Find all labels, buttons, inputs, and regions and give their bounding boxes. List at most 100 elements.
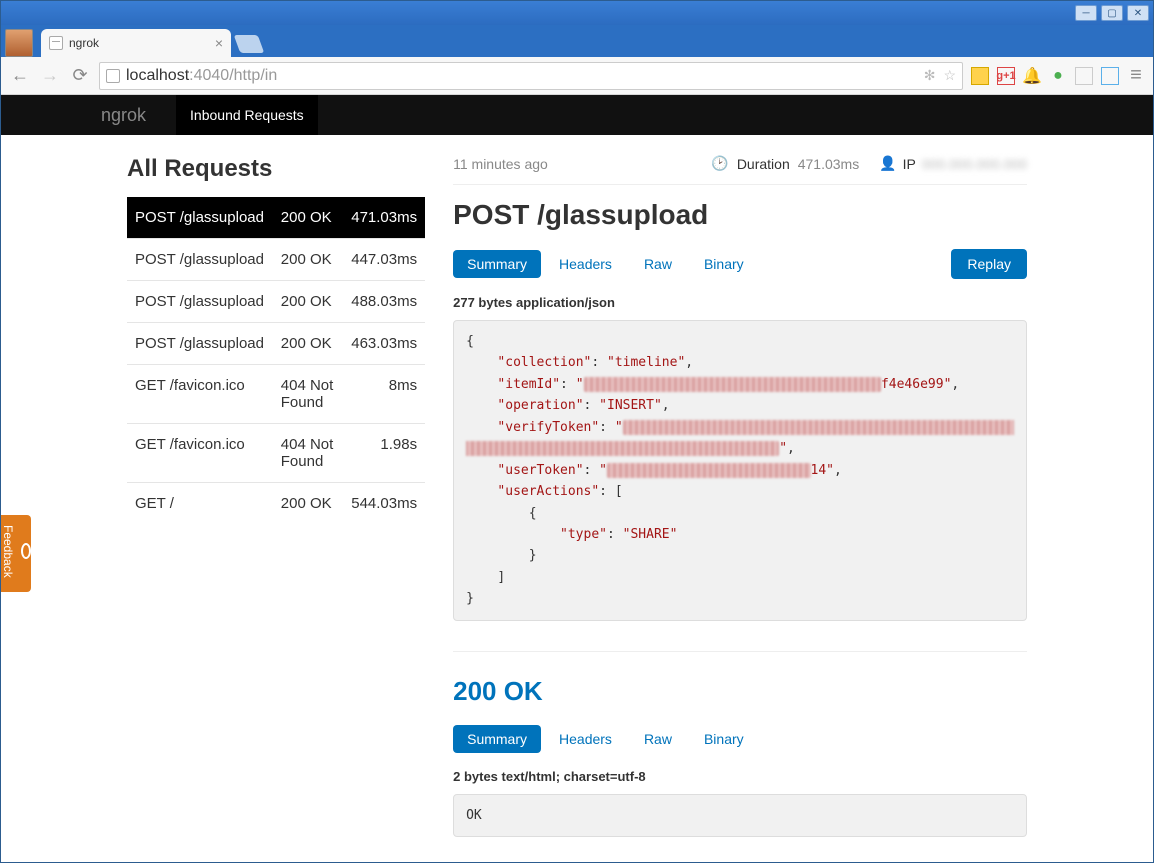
site-icon [106, 69, 120, 83]
feedback-label: Feedback [1, 525, 15, 578]
request-method-path: GET / [127, 483, 273, 525]
browser-toolbar: ← → ⟳ localhost:4040/http/in ✻ ☆ g+1 🔔 ●… [1, 57, 1153, 95]
tab-binary[interactable]: Binary [690, 725, 758, 753]
separator [453, 651, 1027, 652]
duration-label: Duration [737, 156, 790, 172]
user-icon: 👤 [879, 155, 896, 172]
browser-tab[interactable]: ngrok × [41, 29, 231, 57]
green-dot-icon[interactable]: ● [1049, 67, 1067, 85]
response-body-meta: 2 bytes text/html; charset=utf-8 [453, 769, 1027, 784]
window-frame: ─ ▢ ✕ ngrok × ← → ⟳ localhost:4040/http/… [0, 0, 1154, 863]
address-bar[interactable]: localhost:4040/http/in ✻ ☆ [99, 62, 963, 90]
extension-icons: g+1 🔔 ● ≡ [971, 67, 1145, 85]
close-tab-icon[interactable]: × [215, 35, 223, 51]
feedback-badge[interactable]: Feedback [1, 515, 31, 592]
close-window-button[interactable]: ✕ [1127, 5, 1149, 21]
table-row[interactable]: POST /glassupload200 OK447.03ms [127, 239, 425, 281]
response-tabs: Summary Headers Raw Binary [453, 725, 1027, 753]
request-status: 200 OK [273, 281, 343, 323]
request-method-path: GET /favicon.ico [127, 424, 273, 483]
nav-inbound-requests[interactable]: Inbound Requests [176, 95, 318, 135]
request-duration: 447.03ms [343, 239, 425, 281]
reload-button[interactable]: ⟳ [69, 65, 91, 87]
request-method-path: POST /glassupload [127, 239, 273, 281]
request-duration: 8ms [343, 365, 425, 424]
table-row[interactable]: POST /glassupload200 OK463.03ms [127, 323, 425, 365]
titlebar: ─ ▢ ✕ [1, 1, 1153, 25]
page-icon [49, 36, 63, 50]
response-status: 200 OK [453, 676, 1027, 707]
request-status: 200 OK [273, 323, 343, 365]
request-status: 200 OK [273, 197, 343, 239]
bullhorn-icon [21, 543, 31, 559]
url-text: localhost:4040/http/in [126, 67, 277, 85]
json-action-type: SHARE [630, 527, 669, 542]
app-navbar: ngrok Inbound Requests [1, 95, 1153, 135]
url-host: localhost [126, 67, 189, 84]
time-ago: 11 minutes ago [453, 156, 548, 172]
request-title: POST /glassupload [453, 199, 1027, 231]
tab-raw[interactable]: Raw [630, 725, 686, 753]
table-row[interactable]: GET /favicon.ico404 Not Found8ms [127, 365, 425, 424]
response-body: OK [453, 794, 1027, 837]
meta-bar: 11 minutes ago 🕑 Duration 471.03ms 👤 IP … [453, 155, 1027, 185]
json-operation: INSERT [607, 398, 654, 413]
ip-value: 000.000.000.000 [922, 156, 1027, 172]
extension-icon[interactable] [971, 67, 989, 85]
new-tab-button[interactable] [234, 35, 265, 53]
brand[interactable]: ngrok [101, 105, 146, 126]
maximize-button[interactable]: ▢ [1101, 5, 1123, 21]
tab-headers[interactable]: Headers [545, 250, 626, 278]
browser-tabstrip: ngrok × [1, 25, 1153, 57]
request-body-json: { "collection": "timeline", "itemId": "x… [453, 320, 1027, 621]
clock-icon: 🕑 [711, 155, 728, 172]
back-button[interactable]: ← [9, 65, 31, 87]
tab-headers[interactable]: Headers [545, 725, 626, 753]
request-duration: 488.03ms [343, 281, 425, 323]
request-method-path: GET /favicon.ico [127, 365, 273, 424]
extension-icon[interactable] [1075, 67, 1093, 85]
request-method-path: POST /glassupload [127, 323, 273, 365]
request-method-path: POST /glassupload [127, 281, 273, 323]
page-viewport: ngrok Inbound Requests Feedback All Requ… [1, 95, 1153, 862]
google-plus-icon[interactable]: g+1 [997, 67, 1015, 85]
extension-icon[interactable] [1101, 67, 1119, 85]
table-row[interactable]: POST /glassupload200 OK488.03ms [127, 281, 425, 323]
url-path: :4040/http/in [189, 67, 277, 84]
bookmark-star-icon[interactable]: ☆ [943, 67, 956, 84]
request-duration: 463.03ms [343, 323, 425, 365]
request-status: 200 OK [273, 483, 343, 525]
request-duration: 471.03ms [343, 197, 425, 239]
tab-summary[interactable]: Summary [453, 725, 541, 753]
request-status: 404 Not Found [273, 424, 343, 483]
menu-icon[interactable]: ≡ [1127, 67, 1145, 85]
forward-button[interactable]: → [39, 65, 61, 87]
tab-title: ngrok [69, 36, 99, 50]
request-body-meta: 277 bytes application/json [453, 295, 1027, 310]
json-itemid-suffix: f4e46e99 [881, 377, 944, 392]
tab-binary[interactable]: Binary [690, 250, 758, 278]
replay-button[interactable]: Replay [951, 249, 1027, 279]
ip-label: IP [903, 156, 916, 172]
tab-raw[interactable]: Raw [630, 250, 686, 278]
minimize-button[interactable]: ─ [1075, 5, 1097, 21]
tab-summary[interactable]: Summary [453, 250, 541, 278]
table-row[interactable]: GET /200 OK544.03ms [127, 483, 425, 525]
request-tabs: Summary Headers Raw Binary Replay [453, 249, 1027, 279]
request-duration: 1.98s [343, 424, 425, 483]
paw-icon[interactable]: ✻ [924, 67, 936, 84]
sidebar-title: All Requests [127, 155, 425, 183]
bell-icon[interactable]: 🔔 [1023, 67, 1041, 85]
json-collection: timeline [615, 355, 678, 370]
duration-value: 471.03ms [798, 156, 859, 172]
table-row[interactable]: GET /favicon.ico404 Not Found1.98s [127, 424, 425, 483]
requests-sidebar: All Requests POST /glassupload200 OK471.… [127, 155, 425, 837]
request-status: 404 Not Found [273, 365, 343, 424]
requests-table: POST /glassupload200 OK471.03msPOST /gla… [127, 197, 425, 524]
request-detail: 11 minutes ago 🕑 Duration 471.03ms 👤 IP … [453, 155, 1027, 837]
table-row[interactable]: POST /glassupload200 OK471.03ms [127, 197, 425, 239]
profile-avatar[interactable] [5, 29, 33, 57]
request-method-path: POST /glassupload [127, 197, 273, 239]
request-duration: 544.03ms [343, 483, 425, 525]
json-usertoken-suffix: 14 [811, 463, 827, 478]
